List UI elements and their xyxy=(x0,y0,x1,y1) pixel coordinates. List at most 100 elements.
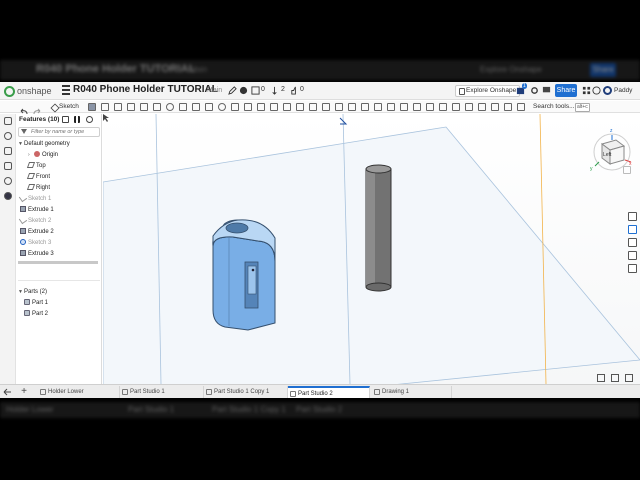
graphics-viewport[interactable]: Left z y x xyxy=(103,114,640,384)
variable-tool-icon[interactable] xyxy=(491,103,499,111)
user-name[interactable]: Paddy xyxy=(614,87,632,94)
extrude-tool-icon[interactable] xyxy=(88,103,96,111)
add-tab-button[interactable]: + xyxy=(18,385,30,398)
tab-part-studio-2[interactable]: Part Studio 2 xyxy=(288,386,370,398)
onshape-logo[interactable]: onshape xyxy=(4,85,52,97)
sketch3-item[interactable]: Sketch 3 xyxy=(20,239,51,247)
revolve-tool-icon[interactable] xyxy=(101,103,109,111)
mass-properties-icon[interactable] xyxy=(4,177,12,185)
undo-icon[interactable] xyxy=(20,103,28,115)
sketch-button[interactable]: Sketch xyxy=(51,102,79,112)
comments-icon[interactable] xyxy=(542,86,551,95)
move-face-icon[interactable] xyxy=(335,103,343,111)
front-plane-item[interactable]: Front xyxy=(26,173,50,181)
rod-part[interactable] xyxy=(365,164,392,292)
comments-panel-icon[interactable] xyxy=(4,132,12,140)
render-tool-icon[interactable] xyxy=(478,103,486,111)
appearance-panel-icon[interactable] xyxy=(628,212,637,221)
sketch2-item[interactable]: Sketch 2 xyxy=(18,215,51,225)
plane-tool-icon[interactable] xyxy=(374,103,382,111)
rib-tool-icon[interactable] xyxy=(205,103,213,111)
pattern-tool-icon[interactable] xyxy=(244,103,252,111)
hole-tool-icon[interactable] xyxy=(218,103,226,111)
document-title[interactable]: R040 Phone Holder TUTORIAL xyxy=(73,84,218,95)
shell-tool-icon[interactable] xyxy=(231,103,239,111)
redo-icon[interactable] xyxy=(33,103,41,115)
offset-surface-icon[interactable] xyxy=(361,103,369,111)
measure-tool-icon[interactable] xyxy=(452,103,460,111)
tab-manager-icon[interactable] xyxy=(3,388,12,396)
more-tools-icon[interactable] xyxy=(517,103,525,111)
search-tools-box[interactable]: Search tools... alt+c xyxy=(533,102,599,112)
origin-item[interactable]: › Origin xyxy=(28,151,58,159)
holder-part[interactable] xyxy=(212,219,276,331)
sketch1-item[interactable]: Sketch 1 xyxy=(18,193,51,203)
render-studio-icon[interactable] xyxy=(628,264,637,273)
variables-panel-icon[interactable] xyxy=(4,162,12,170)
mate-connector-icon[interactable] xyxy=(387,103,395,111)
modify-fillet-icon[interactable] xyxy=(322,103,330,111)
delete-part-icon[interactable] xyxy=(309,103,317,111)
frame-tool-icon[interactable] xyxy=(439,103,447,111)
sweep-tool-icon[interactable] xyxy=(114,103,122,111)
user-avatar-icon[interactable] xyxy=(603,86,612,95)
part-properties-icon[interactable] xyxy=(628,225,637,234)
replace-face-icon[interactable] xyxy=(348,103,356,111)
rollback-icon[interactable] xyxy=(62,116,69,123)
draft-tool-icon[interactable] xyxy=(192,103,200,111)
boolean-tool-icon[interactable] xyxy=(270,103,278,111)
filter-input[interactable] xyxy=(31,128,99,136)
rollback-bar[interactable] xyxy=(18,261,98,264)
feature-filter[interactable] xyxy=(18,127,100,137)
extrude2-item[interactable]: Extrude 2 xyxy=(20,228,54,236)
extrude1-item[interactable]: Extrude 1 xyxy=(20,206,54,214)
mirror-tool-icon[interactable] xyxy=(257,103,265,111)
feature-list-icon[interactable] xyxy=(4,117,12,125)
extrude3-item[interactable]: Extrude 3 xyxy=(20,250,54,258)
part2-item[interactable]: Part 2 xyxy=(24,310,48,318)
app-store-icon[interactable] xyxy=(582,86,591,95)
section-view-icon[interactable] xyxy=(465,103,473,111)
helix-tool-icon[interactable] xyxy=(400,103,408,111)
versions-icon[interactable] xyxy=(270,86,279,95)
loft-tool-icon[interactable] xyxy=(127,103,135,111)
fillet-tool-icon[interactable] xyxy=(166,103,174,111)
like-icon[interactable] xyxy=(290,86,299,95)
zoom-fit-icon[interactable] xyxy=(597,374,605,382)
split-tool-icon[interactable] xyxy=(283,103,291,111)
chamfer-tool-icon[interactable] xyxy=(179,103,187,111)
tab-holder-lower[interactable]: Holder Lower xyxy=(38,386,120,398)
enclose-tool-icon[interactable] xyxy=(153,103,161,111)
history-clock-icon[interactable] xyxy=(86,116,93,123)
mass-icon[interactable] xyxy=(628,251,637,260)
curve-tool-icon[interactable] xyxy=(413,103,421,111)
share-users-icon[interactable] xyxy=(251,86,260,95)
sheet-metal-icon[interactable] xyxy=(426,103,434,111)
edit-pencil-icon[interactable] xyxy=(228,86,237,95)
thicken-tool-icon[interactable] xyxy=(140,103,148,111)
transform-tool-icon[interactable] xyxy=(296,103,304,111)
tab-part-studio-1[interactable]: Part Studio 1 xyxy=(120,386,204,398)
scene-canvas[interactable] xyxy=(103,114,640,384)
custom-feature-icon[interactable] xyxy=(504,103,512,111)
display-options-icon[interactable] xyxy=(625,374,633,382)
branch-label[interactable]: Main xyxy=(207,87,222,94)
share-button[interactable]: Share xyxy=(555,84,577,97)
explore-onshape-button[interactable]: Explore Onshape xyxy=(455,85,521,97)
configurations-icon[interactable] xyxy=(4,147,12,155)
top-plane-item[interactable]: Top xyxy=(26,162,46,170)
view-cube-menu-icon[interactable] xyxy=(623,166,631,174)
part1-item[interactable]: Part 1 xyxy=(24,299,48,307)
globe-icon[interactable] xyxy=(239,86,248,95)
default-geometry-group[interactable]: ▼Default geometry xyxy=(18,140,70,148)
pause-icon[interactable] xyxy=(74,116,80,123)
help-icon[interactable] xyxy=(592,86,601,95)
settings-gear-icon[interactable] xyxy=(530,86,539,95)
view-mode-icon[interactable] xyxy=(611,374,619,382)
tab-part-studio-1-copy-1[interactable]: Part Studio 1 Copy 1 xyxy=(204,386,288,398)
document-menu-icon[interactable] xyxy=(62,85,70,95)
right-plane-item[interactable]: Right xyxy=(26,184,50,192)
tab-drawing-1[interactable]: Drawing 1 xyxy=(372,386,452,398)
appearance-icon[interactable] xyxy=(4,192,12,200)
bill-of-materials-icon[interactable] xyxy=(628,238,637,247)
